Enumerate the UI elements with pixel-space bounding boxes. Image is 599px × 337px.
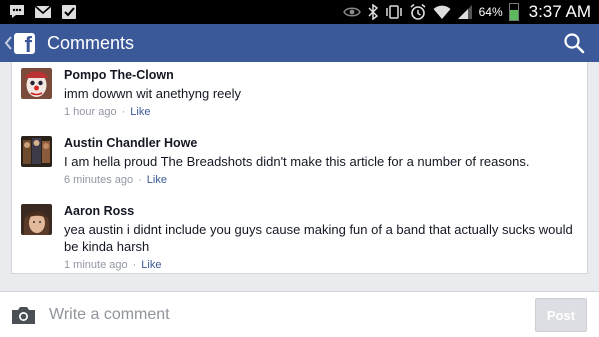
battery-icon — [508, 3, 519, 21]
post-button[interactable]: Post — [535, 298, 587, 332]
signal-icon — [457, 5, 472, 19]
comment-input[interactable] — [49, 301, 519, 329]
system-icons: 64% 3:37 AM — [342, 0, 591, 24]
chat-bubble-icon — [10, 5, 24, 18]
back-chevron-icon[interactable] — [4, 32, 14, 54]
comments-list: Pompo The-Clown imm dowwn wit anethyng r… — [11, 62, 588, 274]
avatar[interactable] — [21, 136, 52, 167]
bluetooth-icon — [368, 4, 378, 20]
comment-text: imm dowwn wit anethyng reely — [64, 86, 242, 101]
gmail-icon — [34, 5, 52, 18]
comment-composer: Post — [0, 291, 599, 337]
eye-icon — [342, 7, 361, 17]
commenter-name[interactable]: Austin Chandler Howe — [64, 136, 575, 151]
search-icon[interactable] — [563, 32, 585, 54]
avatar[interactable] — [21, 68, 52, 99]
meta-separator: · — [138, 174, 142, 186]
page-title: Comments — [47, 33, 135, 53]
notification-icons — [8, 3, 78, 20]
comment-timestamp: 1 hour ago — [64, 106, 117, 118]
comment-timestamp: 1 minute ago — [64, 259, 128, 271]
like-button[interactable]: Like — [130, 106, 150, 118]
status-bar: 64% 3:37 AM — [0, 0, 599, 24]
camera-icon[interactable] — [11, 305, 36, 325]
alarm-icon — [410, 3, 426, 20]
commenter-name[interactable]: Aaron Ross — [64, 204, 575, 219]
commenter-name[interactable]: Pompo The-Clown — [64, 68, 575, 83]
battery-level — [509, 9, 518, 20]
app-bar: f Comments — [0, 24, 599, 62]
battery-percent: 64% — [478, 5, 503, 19]
comment-timestamp: 6 minutes ago — [64, 174, 134, 186]
comment-meta: 1 hour ago · Like — [64, 105, 575, 119]
meta-separator: · — [132, 259, 137, 271]
avatar[interactable] — [21, 204, 52, 235]
wifi-icon — [433, 5, 451, 19]
comment-text: I am hella proud The Breadshots didn't m… — [64, 154, 530, 169]
like-button[interactable]: Like — [141, 259, 161, 271]
comment-text: yea austin i didnt include you guys caus… — [64, 222, 573, 254]
checklist-icon — [62, 5, 76, 19]
meta-separator: · — [121, 106, 126, 118]
facebook-logo-icon[interactable]: f — [14, 33, 35, 56]
comment-meta: 6 minutes ago · Like — [64, 173, 575, 187]
like-button[interactable]: Like — [147, 174, 167, 186]
clock: 3:37 AM — [528, 2, 591, 21]
comment-meta: 1 minute ago · Like — [64, 258, 575, 272]
vibrate-icon — [385, 5, 402, 19]
